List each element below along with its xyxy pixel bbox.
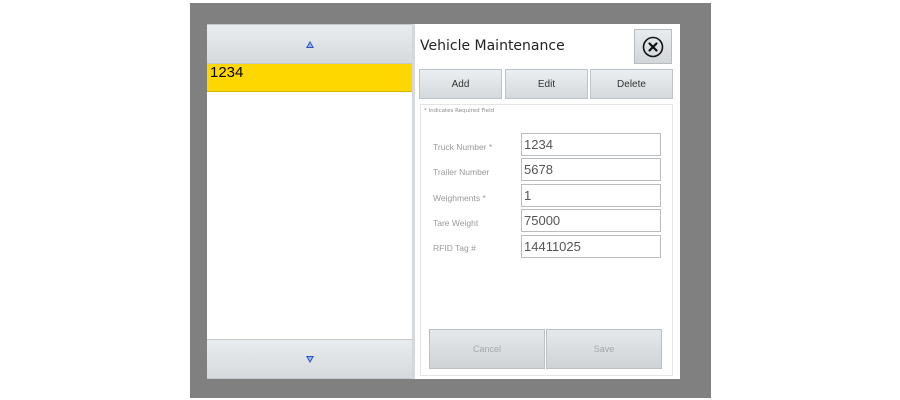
close-circle-icon: [642, 36, 664, 57]
rfid-tag-label: RFID Tag #: [433, 243, 476, 253]
trailer-number-label: Trailer Number: [433, 167, 490, 177]
required-field-note: * Indicates Required Field: [424, 108, 495, 114]
delete-button[interactable]: Delete: [590, 69, 673, 99]
weighments-label: Weighments *: [433, 193, 486, 203]
add-button[interactable]: Add: [419, 69, 502, 99]
tare-weight-label: Tare Weight: [433, 218, 479, 228]
vehicle-form: * Indicates Required Field Truck Number …: [420, 104, 673, 376]
truck-number-label: Truck Number *: [433, 142, 493, 152]
scroll-down-button[interactable]: [207, 339, 412, 379]
triangle-up-icon: [305, 40, 314, 48]
triangle-down-icon: [305, 355, 314, 363]
trailer-number-field[interactable]: 5678: [521, 158, 661, 181]
scroll-up-button[interactable]: [207, 24, 412, 64]
edit-button[interactable]: Edit: [505, 69, 588, 99]
vehicle-maintenance-panel: Vehicle Maintenance Add Edit Delete * In…: [415, 24, 680, 379]
list-item[interactable]: 1234: [207, 64, 412, 92]
cancel-button[interactable]: Cancel: [429, 329, 545, 369]
tare-weight-field[interactable]: 75000: [521, 209, 661, 232]
truck-number-field[interactable]: 1234: [521, 133, 661, 156]
vehicle-list-panel: 1234: [207, 24, 412, 379]
save-button[interactable]: Save: [546, 329, 662, 369]
weighments-field[interactable]: 1: [521, 184, 661, 207]
page-title: Vehicle Maintenance: [420, 38, 565, 54]
close-button[interactable]: [634, 29, 672, 64]
rfid-tag-field[interactable]: 14411025: [521, 235, 661, 258]
